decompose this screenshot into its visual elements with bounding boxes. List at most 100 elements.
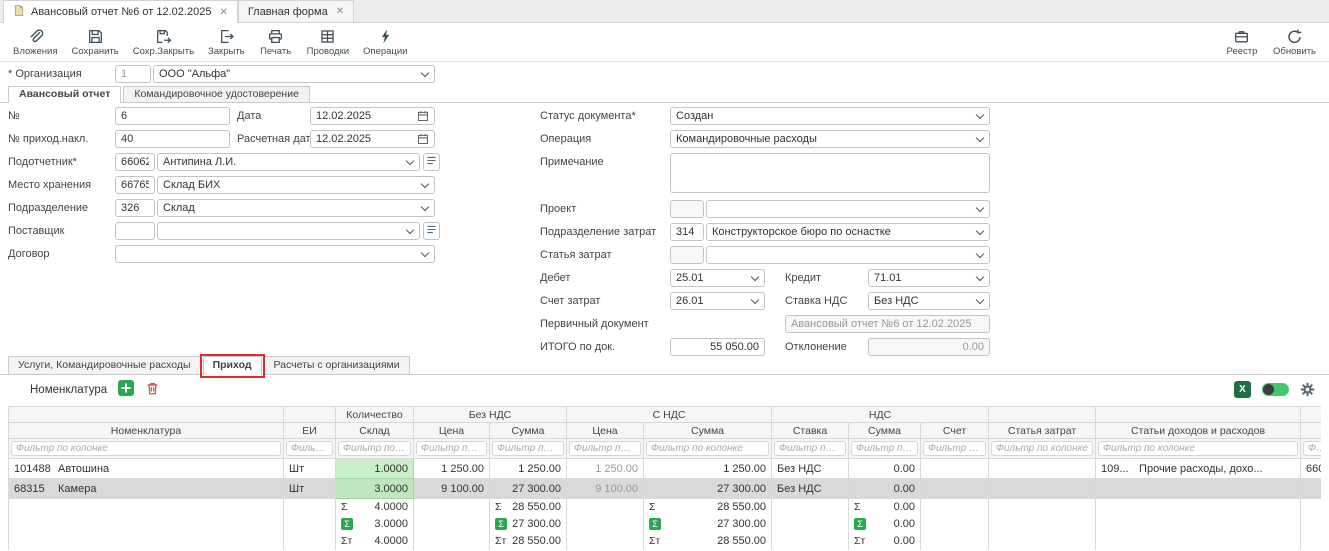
cell-price-gross[interactable]: 9 100.00	[567, 479, 644, 499]
add-row-button[interactable]	[118, 380, 134, 399]
column-header-price-net[interactable]: Цена	[414, 423, 490, 439]
column-header-unit[interactable]: ЕИ	[284, 423, 336, 439]
filter-input-unit[interactable]: Фильтр по колонке	[286, 441, 333, 456]
close-tab-icon[interactable]: ✕	[219, 7, 227, 18]
column-header-vat-rate[interactable]: Ставка	[772, 423, 849, 439]
filter-input-price-gross[interactable]: Фильтр по колонке	[569, 441, 641, 456]
income-number-field[interactable]: 40	[115, 130, 230, 148]
cell-price-gross[interactable]: 1 250.00	[567, 459, 644, 479]
window-tab-advance-report[interactable]: Авансовый отчет №6 от 12.02.2025 ✕	[3, 0, 238, 23]
filter-input-sum-gross[interactable]: Фильтр по колонке	[646, 441, 769, 456]
tab-advance-report[interactable]: Авансовый отчет	[8, 86, 121, 103]
delete-row-button[interactable]	[145, 381, 160, 399]
status-select[interactable]: Создан	[670, 107, 990, 125]
filter-input-vat-rate[interactable]: Фильтр по колонке	[774, 441, 846, 456]
filter-input-warehouse[interactable]: Фильтр по колонке	[338, 441, 411, 456]
attachments-button[interactable]: Вложения	[6, 28, 65, 57]
cell-account[interactable]	[921, 479, 989, 499]
cell-price-net[interactable]: 9 100.00	[414, 479, 490, 499]
filter-input-clipped[interactable]: Фильтр по колонке	[1303, 441, 1321, 456]
cell-income-items[interactable]	[1096, 479, 1301, 499]
cell-sum-gross[interactable]: 1 250.00	[644, 459, 772, 479]
cell-nomenclature[interactable]: 101488Автошина	[9, 459, 284, 479]
column-header-vat-sum[interactable]: Сумма	[849, 423, 921, 439]
project-code-field[interactable]	[670, 200, 704, 218]
cost-item-select[interactable]	[706, 246, 990, 264]
operation-select[interactable]: Командировочные расходы	[670, 130, 990, 148]
filter-toggle-switch[interactable]	[1262, 383, 1289, 396]
cost-item-code-field[interactable]	[670, 246, 704, 264]
cell-cost-item[interactable]	[989, 459, 1096, 479]
cell-warehouse-qty[interactable]: 1.0000	[336, 459, 414, 479]
column-header-price-gross[interactable]: Цена	[567, 423, 644, 439]
total-field[interactable]: 55 050.00	[670, 338, 765, 356]
operations-button[interactable]: Операции	[356, 28, 414, 57]
cell-price-net[interactable]: 1 250.00	[414, 459, 490, 479]
cell-unit[interactable]: Шт	[284, 459, 336, 479]
cell-unit[interactable]: Шт	[284, 479, 336, 499]
settings-gear-icon[interactable]	[1300, 382, 1315, 397]
column-header-account[interactable]: Счет	[921, 423, 989, 439]
tab-services-travel-expenses[interactable]: Услуги, Командировочные расходы	[8, 356, 201, 374]
excel-export-icon[interactable]: X	[1234, 381, 1251, 398]
save-close-button[interactable]: Сохр.Закрыть	[126, 28, 201, 57]
grid-row-kamera[interactable]: 68315Камера Шт 3.0000 9 100.00 27 300.00…	[9, 479, 1322, 499]
close-tab-icon[interactable]: ✕	[336, 6, 344, 17]
storage-code-field[interactable]: 66765	[115, 176, 155, 194]
organization-select[interactable]: ООО "Альфа"	[153, 65, 435, 83]
cost-department-select[interactable]: Конструкторское бюро по оснастке	[706, 223, 990, 241]
contract-select[interactable]	[115, 245, 435, 263]
cost-account-select[interactable]: 26.01	[670, 292, 765, 310]
column-header-warehouse[interactable]: Склад	[336, 423, 414, 439]
accountable-lookup-button[interactable]	[423, 153, 440, 171]
cell-vat-rate[interactable]: Без НДС	[772, 459, 849, 479]
column-header-cost-item[interactable]: Статья затрат	[989, 423, 1096, 439]
filter-input-sum-net[interactable]: Фильтр по колонке	[492, 441, 564, 456]
filter-input-cost-item[interactable]: Фильтр по колонке	[991, 441, 1093, 456]
grid-row-avtoshina[interactable]: 101488Автошина Шт 1.0000 1 250.00 1 250.…	[9, 459, 1322, 479]
filter-input-account[interactable]: Фильтр по колонке	[923, 441, 986, 456]
cell-sum-gross[interactable]: 27 300.00	[644, 479, 772, 499]
column-header-sum-gross[interactable]: Сумма	[644, 423, 772, 439]
tab-prihod[interactable]: Приход	[203, 356, 262, 375]
storage-select[interactable]: Склад БИХ	[157, 176, 435, 194]
cell-nomenclature[interactable]: 68315Камера	[9, 479, 284, 499]
tab-travel-certificate[interactable]: Командировочное удостоверение	[123, 86, 310, 102]
filter-input-vat-sum[interactable]: Фильтр по колонке	[851, 441, 918, 456]
cell-clipped[interactable]: 660	[1301, 459, 1321, 479]
note-textarea[interactable]	[670, 153, 990, 193]
cell-vat-rate[interactable]: Без НДС	[772, 479, 849, 499]
cell-income-items[interactable]: 109...Прочие расходы, дохо...	[1096, 459, 1301, 479]
column-header-nomenclature[interactable]: Номенклатура	[9, 423, 284, 439]
filter-input-nomenclature[interactable]: Фильтр по колонке	[11, 441, 281, 456]
column-header-income-items[interactable]: Статьи доходов и расходов	[1096, 423, 1301, 439]
date-field[interactable]: 12.02.2025	[310, 107, 435, 125]
accountable-select[interactable]: Антипина Л.И.	[157, 153, 420, 171]
calendar-icon[interactable]	[417, 110, 429, 122]
cell-vat-sum[interactable]: 0.00	[849, 459, 921, 479]
cell-clipped[interactable]	[1301, 479, 1321, 499]
cell-vat-sum[interactable]: 0.00	[849, 479, 921, 499]
accountable-code-field[interactable]: 66062	[115, 153, 155, 171]
close-button[interactable]: Закрыть	[201, 28, 252, 57]
filter-input-income-items[interactable]: Фильтр по колонке	[1098, 441, 1298, 456]
cell-sum-net[interactable]: 1 250.00	[490, 459, 567, 479]
save-button[interactable]: Сохранить	[65, 28, 126, 57]
department-code-field[interactable]: 326	[115, 199, 155, 217]
postings-button[interactable]: Проводки	[300, 28, 356, 57]
supplier-code-field[interactable]	[115, 222, 155, 240]
registry-button[interactable]: Реестр	[1218, 28, 1266, 57]
refresh-button[interactable]: Обновить	[1266, 28, 1323, 57]
tab-settlements-organizations[interactable]: Расчеты с организациями	[264, 356, 410, 374]
print-button[interactable]: Печать	[252, 28, 300, 57]
cell-warehouse-qty[interactable]: 3.0000	[336, 479, 414, 499]
calendar-icon[interactable]	[417, 133, 429, 145]
cost-department-code-field[interactable]: 314	[670, 223, 704, 241]
filter-input-price-net[interactable]: Фильтр по колонке	[416, 441, 487, 456]
cell-account[interactable]	[921, 459, 989, 479]
credit-select[interactable]: 71.01	[868, 269, 990, 287]
department-select[interactable]: Склад	[157, 199, 435, 217]
column-header-sum-net[interactable]: Сумма	[490, 423, 567, 439]
organization-code-field[interactable]: 1	[115, 65, 151, 83]
vat-rate-select[interactable]: Без НДС	[868, 292, 990, 310]
